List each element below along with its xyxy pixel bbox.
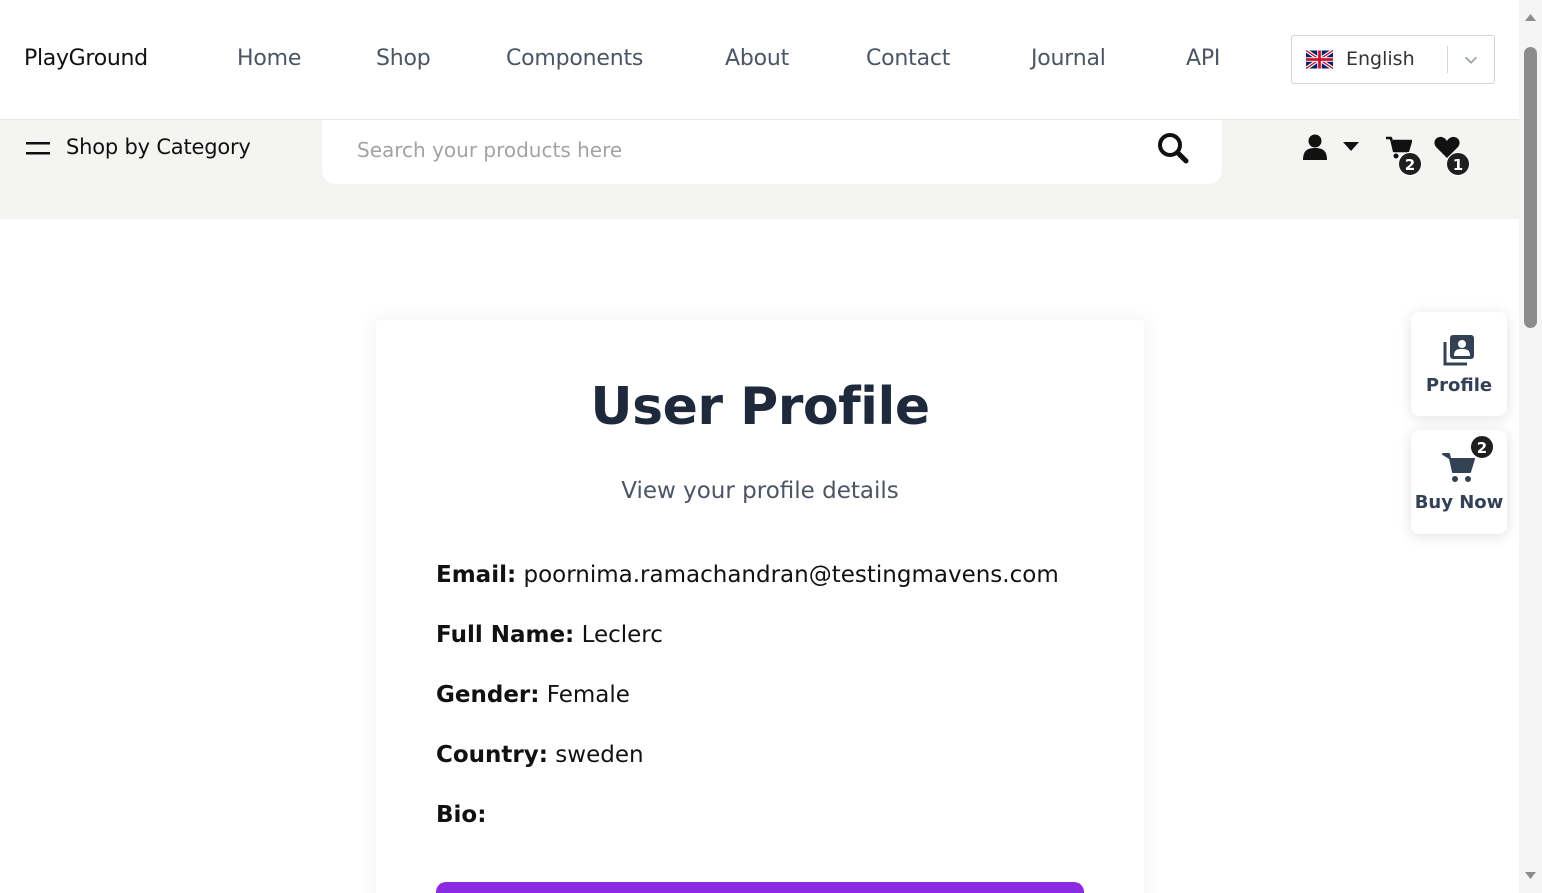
user-profile-card: User Profile View your profile details E… [376,320,1144,893]
brand-logo-link[interactable]: PlayGround [24,46,148,71]
page-subtitle: View your profile details [621,478,899,504]
chevron-down-icon [1464,56,1478,64]
language-label: English [1346,48,1415,70]
email-label: Email: [436,562,517,588]
user-icon [1303,134,1327,160]
gender-value: Female [546,682,630,708]
profile-field-country: Country: sweden [436,742,644,768]
floating-buy-now-label: Buy Now [1414,492,1504,513]
full-name-value: Leclerc [581,622,663,648]
email-value: poornima.ramachandran@testingmavens.com [523,562,1059,588]
profile-field-bio: Bio: [436,802,486,828]
page-scrollbar[interactable] [1519,0,1542,893]
nav-shop[interactable]: Shop [376,46,431,71]
bio-label: Bio: [436,802,487,828]
wishlist-count-badge: 1 [1446,152,1470,176]
scroll-down-arrow-icon[interactable] [1523,868,1538,883]
nav-about[interactable]: About [725,46,789,71]
menu-icon [26,142,50,155]
cart-count-badge: 2 [1398,152,1422,176]
nav-contact[interactable]: Contact [866,46,950,71]
country-label: Country: [436,742,548,768]
nav-components[interactable]: Components [506,46,643,71]
floating-profile-label: Profile [1425,375,1493,396]
full-name-label: Full Name: [436,622,575,648]
scroll-up-arrow-icon[interactable] [1523,10,1538,25]
top-navbar: PlayGround Home Shop Components About Co… [0,0,1519,120]
account-menu-button[interactable] [1300,132,1362,162]
gender-label: Gender: [436,682,540,708]
caret-down-icon [1343,142,1359,151]
floating-profile-button[interactable]: Profile [1411,312,1507,416]
nav-home[interactable]: Home [237,46,301,71]
nav-journal[interactable]: Journal [1031,46,1106,71]
cart-button[interactable]: 2 [1386,134,1426,176]
buy-now-count-badge: 2 [1470,435,1494,459]
profile-field-gender: Gender: Female [436,682,630,708]
language-selector[interactable]: English [1291,35,1495,84]
language-divider [1447,46,1448,73]
profile-action-button[interactable] [436,882,1084,893]
uk-flag-icon [1306,50,1333,69]
profile-card-icon [1443,335,1474,366]
profile-field-email: Email: poornima.ramachandran@testingmave… [436,562,1059,588]
nav-api[interactable]: API [1186,46,1220,71]
search-icon[interactable] [1156,131,1190,165]
cart-icon [1442,453,1475,482]
search-band: Shop by Category 2 1 [0,120,1519,219]
scrollbar-thumb[interactable] [1524,47,1537,328]
page-title: User Profile [590,377,930,437]
search-bar [322,120,1222,184]
search-input[interactable] [357,134,1137,166]
country-value: sweden [555,742,644,768]
shop-by-category-label: Shop by Category [66,135,251,159]
profile-field-full-name: Full Name: Leclerc [436,622,663,648]
floating-buy-now-button[interactable]: 2 Buy Now [1411,430,1507,534]
wishlist-button[interactable]: 1 [1434,134,1474,176]
